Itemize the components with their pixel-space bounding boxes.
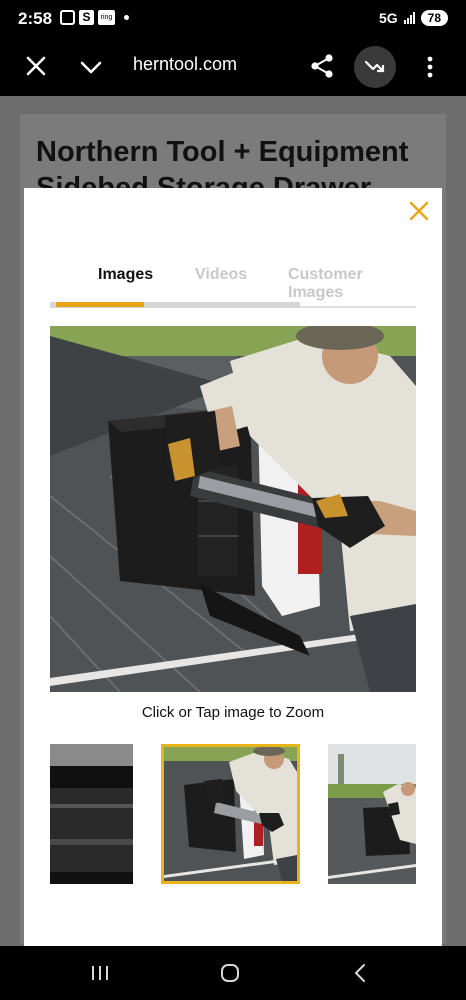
app-badge: S	[79, 10, 94, 25]
system-nav-bar	[0, 946, 466, 1000]
tab-customer-images[interactable]: Customer Images	[288, 266, 416, 302]
trend-icon[interactable]	[354, 46, 396, 88]
zoom-caption: Click or Tap image to Zoom	[141, 704, 325, 721]
status-bar: 2:58 S ring 5G 78	[0, 0, 466, 38]
tab-videos[interactable]: Videos	[195, 266, 247, 284]
more-vert-icon[interactable]	[420, 52, 440, 82]
screenshot-icon	[60, 10, 75, 25]
battery-badge: 78	[420, 10, 448, 26]
back-icon[interactable]	[352, 963, 368, 983]
recents-icon[interactable]	[90, 964, 110, 982]
home-icon[interactable]	[220, 963, 240, 983]
tab-images[interactable]: Images	[98, 266, 153, 284]
signal-icon	[403, 12, 415, 24]
close-icon[interactable]	[408, 200, 430, 222]
thumbnail-strip	[50, 744, 416, 886]
status-time: 2:58	[18, 9, 53, 28]
notification-dot-icon	[124, 15, 129, 20]
image-gallery-modal: Images Videos Customer Images Click or T…	[24, 188, 442, 946]
thumbnail-2-selected[interactable]	[161, 744, 300, 884]
tab-divider	[300, 306, 416, 308]
active-tab-indicator	[56, 302, 144, 307]
ring-badge: ring	[98, 10, 115, 25]
thumbnail-1[interactable]	[50, 744, 133, 884]
close-icon[interactable]	[22, 52, 50, 80]
gallery-tabs: Images Videos Customer Images	[50, 256, 416, 308]
network-label: 5G	[378, 10, 398, 26]
chevron-down-icon[interactable]	[78, 54, 104, 80]
browser-toolbar: herntool.com	[0, 38, 466, 96]
share-icon[interactable]	[308, 52, 336, 80]
url-bar[interactable]: herntool.com	[133, 54, 237, 75]
main-product-image[interactable]	[49, 322, 416, 693]
thumbnail-3[interactable]	[328, 744, 416, 884]
